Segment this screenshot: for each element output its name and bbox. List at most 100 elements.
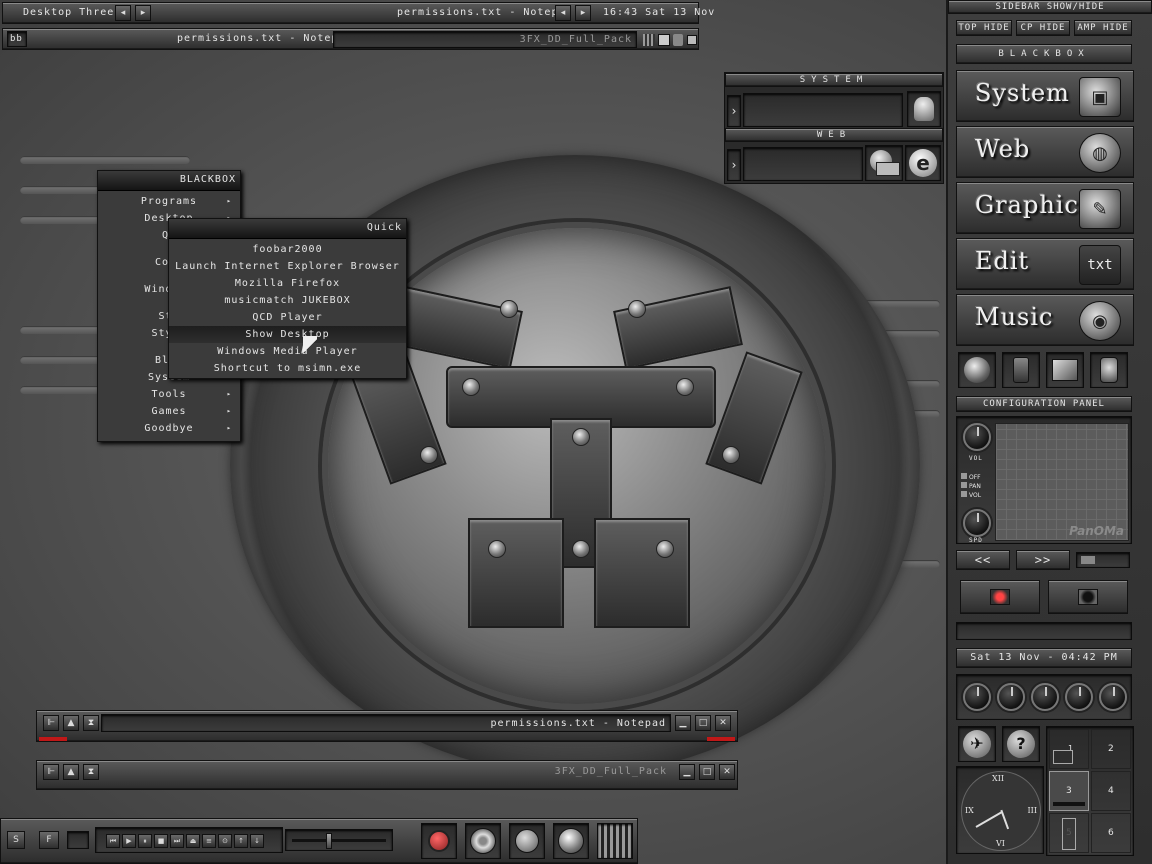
quick-menu-item[interactable]: foobar2000 (169, 241, 406, 258)
pan-graph[interactable]: PanOMa (995, 423, 1129, 541)
amp-knob-1[interactable] (963, 683, 991, 711)
window-next-button[interactable]: ▸ (575, 5, 591, 21)
window-sticky-button[interactable]: ⧗ (83, 715, 99, 731)
help-icon[interactable]: ? (1002, 726, 1040, 762)
black-stop-button[interactable] (1048, 580, 1128, 614)
workspace-label[interactable]: Desktop Three (23, 7, 114, 18)
window-sticky-button[interactable]: ⧗ (83, 764, 99, 780)
tray-network-icon[interactable] (643, 34, 655, 46)
s-button[interactable]: S (7, 831, 25, 849)
speed-knob[interactable] (963, 509, 991, 537)
media-down-button[interactable]: ↓ (250, 834, 264, 848)
ie-icon[interactable]: e (905, 145, 941, 181)
launch-disc-icon[interactable] (465, 823, 501, 859)
tray-grid-icon[interactable] (597, 823, 633, 859)
blackbox-menu-item[interactable]: Programs ▸ (98, 193, 240, 210)
window-prev-button[interactable]: ◂ (555, 5, 571, 21)
volume-slider[interactable] (285, 829, 393, 851)
amp-knob-2[interactable] (997, 683, 1025, 711)
sidebar-image-icon[interactable] (1046, 352, 1084, 388)
red-record-button[interactable] (960, 580, 1040, 614)
media-eject-button[interactable]: ⏏ (186, 834, 200, 848)
amp-knob-3[interactable] (1031, 683, 1059, 711)
sidebar-system-button[interactable]: System ▣ (956, 70, 1134, 122)
quick-menu-item[interactable]: Windows Media Player (169, 343, 406, 360)
sidebar-speaker-icon[interactable] (1002, 352, 1040, 388)
minimize-button[interactable]: ▁ (679, 764, 695, 780)
tray-monitor-icon[interactable] (658, 34, 670, 46)
workspace-prev-button[interactable]: ◂ (115, 5, 131, 21)
toggle-vol[interactable]: VOL (961, 491, 991, 500)
cp-hide-button[interactable]: CP HIDE (1016, 20, 1070, 36)
toggle-off[interactable]: OFF (961, 473, 991, 482)
media-playlist-button[interactable]: ≡ (202, 834, 216, 848)
window-label[interactable]: permissions.txt - Notepad (397, 7, 573, 18)
window-pin-button[interactable]: ⊩ (43, 715, 59, 731)
pager-cell-6[interactable]: 6 (1091, 813, 1131, 853)
quick-menu-item[interactable]: musicmatch JUKEBOX (169, 292, 406, 309)
window-grip-right[interactable] (707, 737, 735, 741)
media-prev-button[interactable]: ⏮ (106, 834, 120, 848)
tray-square-icon[interactable] (687, 35, 697, 45)
close-button[interactable]: ✕ (715, 715, 731, 731)
maximize-button[interactable]: □ (699, 764, 715, 780)
tray-speaker-icon[interactable] (673, 34, 683, 46)
top-hide-button[interactable]: TOP HIDE (956, 20, 1012, 36)
sidebar-player-icon[interactable] (1090, 352, 1128, 388)
web-address-field[interactable] (743, 147, 863, 181)
system-arrow-button[interactable]: › (727, 95, 741, 127)
amp-knob-4[interactable] (1065, 683, 1093, 711)
volume-slider-thumb[interactable] (326, 833, 332, 849)
media-next-button[interactable]: ⏭ (170, 834, 184, 848)
window-title-bar[interactable]: 3FX_DD_Full_Pack (101, 763, 671, 781)
f-button[interactable]: F (39, 831, 59, 849)
pager-cell-2[interactable]: 2 (1091, 729, 1131, 769)
launch-media-red-icon[interactable] (421, 823, 457, 859)
window-title-bar[interactable]: permissions.txt - Notepad (101, 714, 671, 732)
run-icon[interactable]: ✈ (958, 726, 996, 762)
workspace-next-button[interactable]: ▸ (135, 5, 151, 21)
bb-button[interactable]: bb (7, 31, 27, 47)
quick-menu-item[interactable]: Shortcut to msimn.exe (169, 360, 406, 377)
sidebar-web-button[interactable]: Web ◍ (956, 126, 1134, 178)
task-item-inactive[interactable]: 3FX_DD_Full_Pack (333, 31, 637, 48)
quick-menu-item[interactable]: Show Desktop (169, 326, 406, 343)
sidebar-graphics-button[interactable]: Graphics ✎ (956, 182, 1134, 234)
media-up-button[interactable]: ↑ (234, 834, 248, 848)
web-arrow-button[interactable]: › (727, 149, 741, 181)
blackbox-menu-item[interactable]: Goodbye ▸ (98, 420, 240, 437)
desktop-button[interactable] (67, 831, 89, 849)
close-button[interactable]: ✕ (719, 764, 735, 780)
mail-icon[interactable] (865, 145, 903, 181)
system-run-field[interactable] (743, 93, 903, 127)
sidebar-edit-button[interactable]: Edit txt (956, 238, 1134, 290)
pack-window-bar[interactable]: ⊩ ▲ ⧗ 3FX_DD_Full_Pack ▁ □ ✕ (36, 760, 738, 790)
blackbox-menu-item[interactable]: Tools ▸ (98, 386, 240, 403)
pager-cell-3[interactable]: 3 (1049, 771, 1089, 811)
launch-search-icon[interactable] (509, 823, 545, 859)
media-options-button[interactable]: ⊙ (218, 834, 232, 848)
task-item-notepad[interactable]: permissions.txt - Notepad (177, 33, 353, 44)
window-shade-button[interactable]: ▲ (63, 715, 79, 731)
amp-knob-5[interactable] (1099, 683, 1127, 711)
volume-knob[interactable] (963, 423, 991, 451)
sidebar-music-button[interactable]: Music ◉ (956, 294, 1134, 346)
pager-cell-5[interactable]: 5 (1049, 813, 1089, 853)
window-pin-button[interactable]: ⊩ (43, 764, 59, 780)
sidebar-globe-icon[interactable] (958, 352, 996, 388)
media-stop-button[interactable]: ■ (154, 834, 168, 848)
maximize-button[interactable]: □ (695, 715, 711, 731)
quick-menu-item[interactable]: Mozilla Firefox (169, 275, 406, 292)
sidebar-header[interactable]: SIDEBAR SHOW/HIDE (948, 0, 1152, 14)
system-monitor-icon[interactable] (907, 91, 941, 127)
window-shade-button[interactable]: ▲ (63, 764, 79, 780)
forward-button[interactable]: >> (1016, 550, 1070, 570)
launch-globe-icon[interactable] (553, 823, 589, 859)
pager-cell-4[interactable]: 4 (1091, 771, 1131, 811)
toggle-pan[interactable]: PAN (961, 482, 991, 491)
media-pause-button[interactable]: ⏸ (138, 834, 152, 848)
window-grip-left[interactable] (39, 737, 67, 741)
rewind-button[interactable]: << (956, 550, 1010, 570)
pager-cell-1[interactable]: 1 (1049, 729, 1089, 769)
minimize-button[interactable]: ▁ (675, 715, 691, 731)
